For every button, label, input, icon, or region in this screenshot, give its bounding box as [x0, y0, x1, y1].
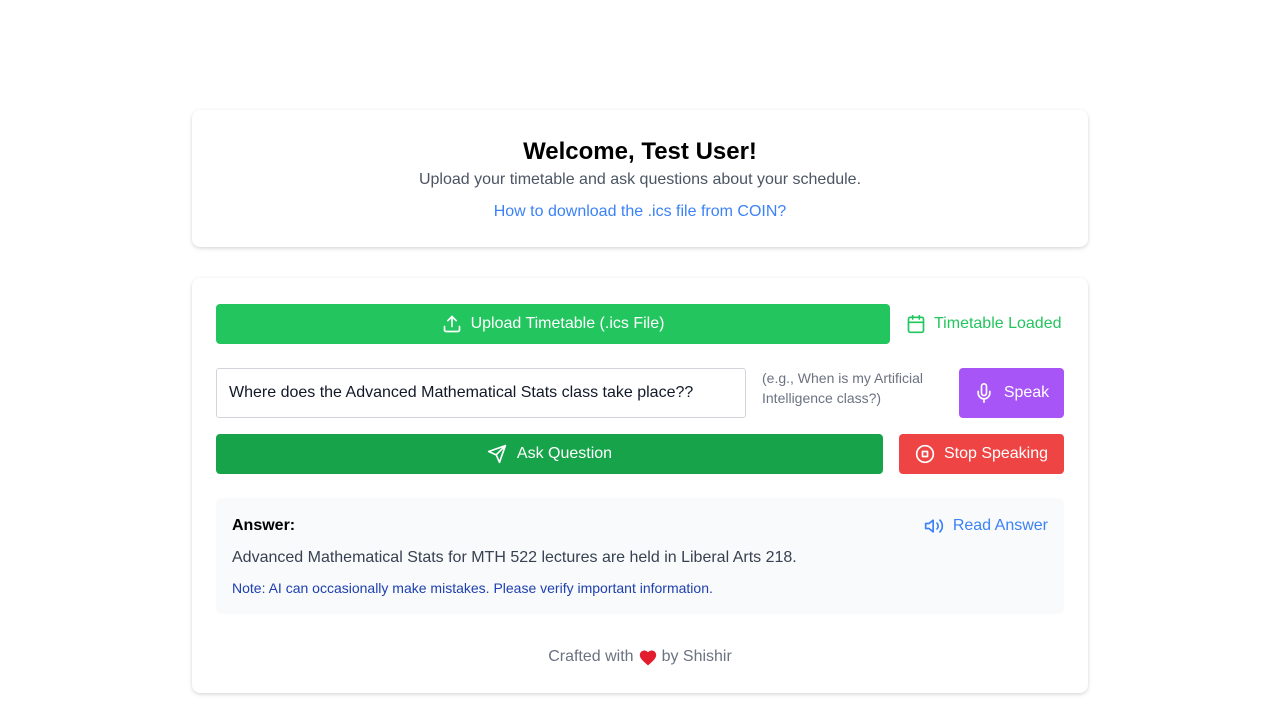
answer-note: Note: AI can occasionally make mistakes.… — [232, 580, 713, 596]
welcome-subtitle: Upload your timetable and ask questions … — [418, 171, 862, 188]
upload-icon — [442, 314, 462, 334]
footer-suffix: by Shishir — [661, 648, 732, 665]
answer-panel: Answer: Read Answer Advanced Mathematica… — [216, 498, 1064, 614]
timetable-status: Timetable Loaded — [906, 304, 1062, 344]
footer: Crafted with by Shishir — [192, 648, 1088, 666]
speaker-icon — [924, 516, 944, 536]
upload-timetable-button[interactable]: Upload Timetable (.ics File) — [216, 304, 890, 344]
stop-circle-icon — [915, 444, 935, 464]
read-answer-button[interactable]: Read Answer — [924, 516, 1048, 536]
ask-button-label: Ask Question — [516, 445, 613, 462]
calendar-icon — [906, 314, 926, 334]
timetable-status-label: Timetable Loaded — [934, 315, 1062, 332]
speak-button[interactable]: Speak — [959, 368, 1064, 418]
ask-question-button[interactable]: Ask Question — [216, 434, 883, 474]
answer-text: Advanced Mathematical Stats for MTH 522 … — [232, 549, 797, 566]
question-input[interactable] — [216, 368, 746, 418]
example-hint: (e.g., When is my Artificial Intelligenc… — [762, 370, 924, 406]
upload-button-label: Upload Timetable (.ics File) — [470, 315, 665, 332]
footer-prefix: Crafted with — [548, 648, 634, 665]
speak-button-label: Speak — [1003, 384, 1050, 401]
main-card: Upload Timetable (.ics File) Timetable L… — [192, 278, 1088, 693]
read-answer-label: Read Answer — [952, 517, 1048, 534]
heart-icon — [638, 648, 658, 666]
stop-button-label: Stop Speaking — [943, 445, 1049, 462]
answer-label: Answer: — [232, 517, 296, 534]
microphone-icon — [974, 383, 994, 403]
welcome-title: Welcome, Test User! — [523, 138, 757, 165]
send-icon — [487, 444, 507, 464]
ics-help-link[interactable]: How to download the .ics file from COIN? — [192, 203, 1088, 221]
welcome-card: Welcome, Test User! Upload your timetabl… — [192, 110, 1088, 247]
stop-speaking-button[interactable]: Stop Speaking — [899, 434, 1064, 474]
